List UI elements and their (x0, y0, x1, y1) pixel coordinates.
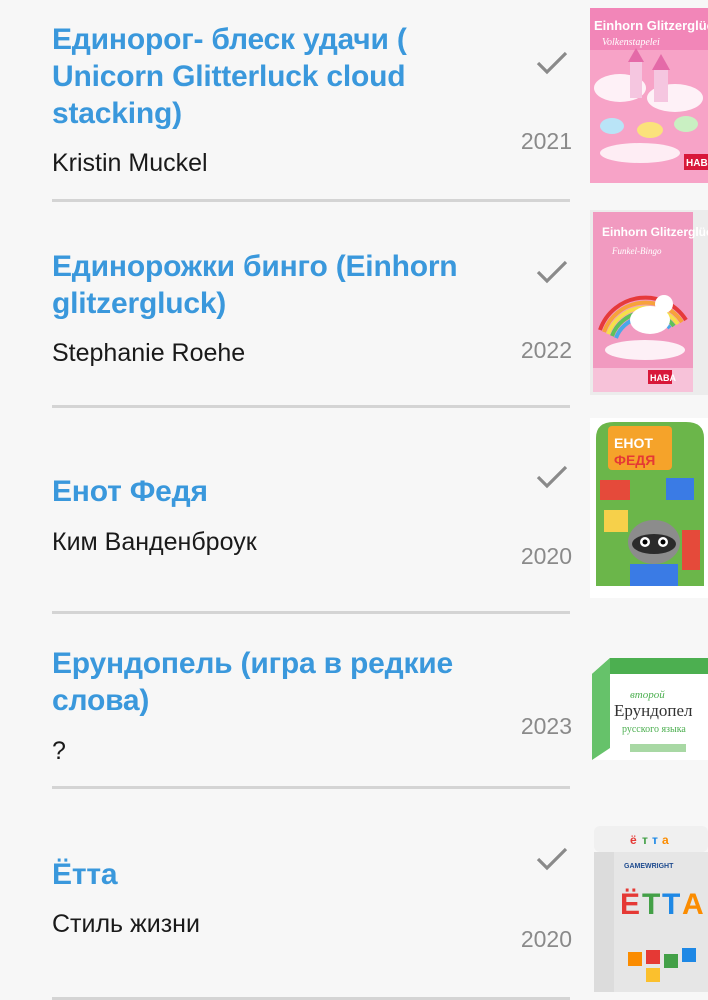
game-year: 2020 (520, 926, 572, 952)
svg-text:А: А (682, 888, 704, 921)
checkmark-icon (536, 51, 568, 75)
game-title: Ётта (52, 858, 118, 891)
yotta-tin-box-icon[interactable]: ё т т а GAMEWRIGHT Ё Т Т А (590, 818, 708, 1000)
svg-text:HABA: HABA (686, 158, 708, 169)
svg-text:ФЕДЯ: ФЕДЯ (614, 452, 655, 468)
game-title: Енот Федя (52, 475, 208, 508)
checkmark-icon (536, 847, 568, 871)
raccoon-box-icon[interactable]: ЕНОТ ФЕДЯ (590, 418, 708, 598)
svg-text:ё: ё (630, 833, 637, 847)
game-title: Единорог- блеск удачи ( Unicorn Glitterl… (52, 23, 407, 130)
svg-text:т: т (642, 833, 648, 847)
game-list: Единорог- блеск удачи ( Unicorn Glitterl… (0, 0, 708, 1000)
unicorn-bingo-box-icon[interactable]: Einhorn Glitzerglück Funkel-Bingo HABA (590, 210, 708, 395)
game-author: Ким Ванденброук (52, 528, 257, 556)
erundopel-box-icon[interactable]: второй Ерундопел русского языка (590, 652, 708, 770)
svg-text:ЕНОТ: ЕНОТ (614, 435, 653, 451)
game-year: 2022 (520, 337, 572, 363)
game-author: Stephanie Roehe (52, 339, 246, 367)
checkmark-icon (536, 465, 568, 489)
game-title: Ерундопель (игра в редкие слова) (52, 647, 453, 717)
svg-text:Ё: Ё (620, 888, 640, 921)
svg-text:второй: второй (630, 689, 665, 701)
svg-text:Einhorn Glitzerglück: Einhorn Glitzerglück (594, 18, 708, 33)
game-year: 2020 (520, 543, 572, 569)
unicorn-glitterluck-box-icon[interactable]: Einhorn Glitzerglück Volkenstapelei HABA (590, 8, 708, 183)
svg-text:русского языка: русского языка (622, 724, 686, 735)
svg-text:GAMEWRIGHT: GAMEWRIGHT (624, 863, 674, 870)
svg-text:а: а (662, 833, 669, 847)
svg-text:Volkenstapelei: Volkenstapelei (602, 37, 660, 48)
svg-text:Einhorn Glitzerglück: Einhorn Glitzerglück (602, 225, 708, 239)
svg-text:Ерундопел: Ерундопел (614, 701, 693, 720)
game-author: Стиль жизни (52, 910, 200, 938)
game-author: ? (52, 737, 66, 765)
checkmark-icon (536, 260, 568, 284)
game-year: 2021 (520, 128, 572, 154)
game-author: Kristin Muckel (52, 149, 208, 177)
svg-text:Funkel-Bingo: Funkel-Bingo (611, 246, 662, 256)
svg-text:т: т (652, 833, 658, 847)
game-title: Единорожки бинго (Einhorn glitzergluck) (52, 250, 458, 320)
svg-text:Т: Т (642, 888, 660, 921)
svg-text:HABA: HABA (650, 373, 676, 383)
svg-text:Т: Т (662, 888, 680, 921)
game-year: 2023 (520, 713, 572, 739)
